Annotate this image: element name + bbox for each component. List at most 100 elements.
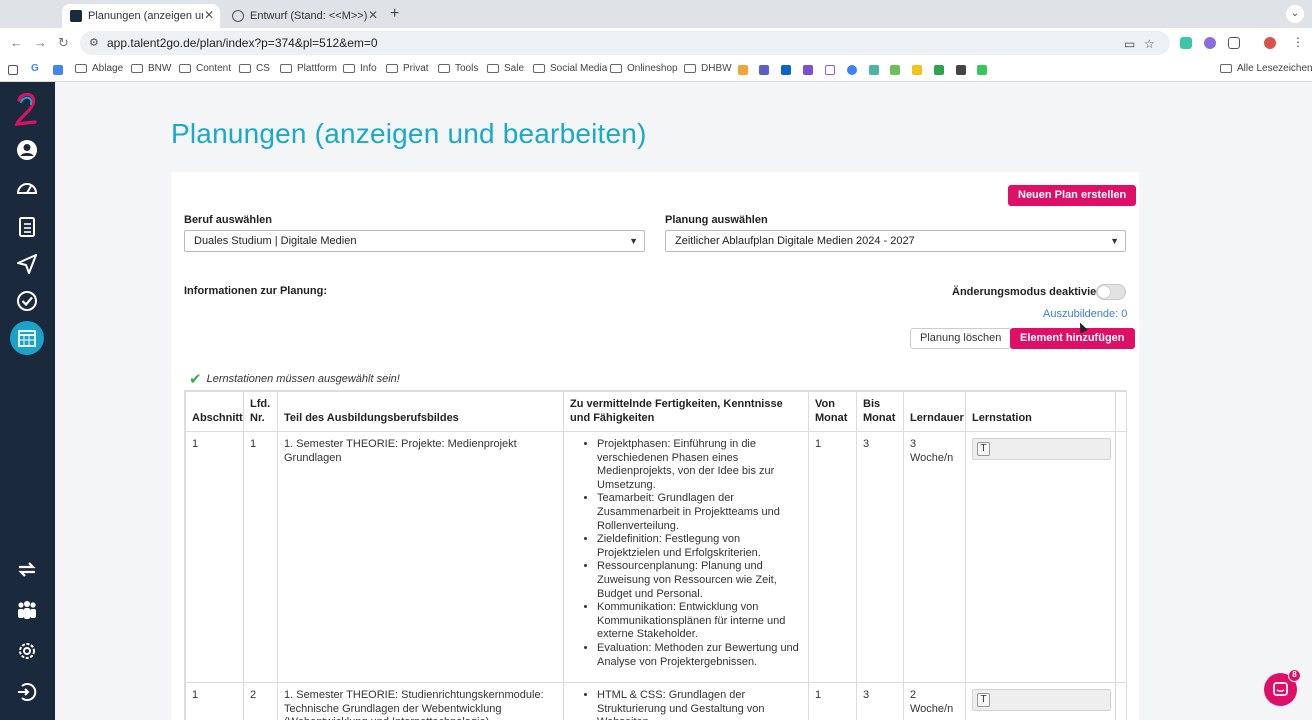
tab-planungen[interactable]: Planungen (anzeigen und bea… ✕ (62, 4, 220, 28)
check-circle-icon[interactable] (15, 289, 39, 313)
send-paper-plane-icon[interactable] (15, 252, 39, 276)
bookmark-icon[interactable] (803, 65, 813, 75)
beruf-select[interactable]: Duales Studium | Digitale Medien ▼ (184, 230, 645, 252)
cell-station: T (965, 682, 1116, 720)
back-arrow-icon[interactable]: ← (10, 35, 23, 50)
bookmark-icon[interactable] (912, 65, 922, 75)
cell-abschnitt: 1 (185, 682, 244, 720)
planning-card: Neuen Plan erstellen Beruf auswählen Dua… (171, 172, 1139, 720)
chat-badge: 8 (1288, 669, 1301, 682)
folder-icon (684, 64, 696, 73)
dashboard-gauge-icon[interactable] (15, 176, 39, 200)
cell-skills: HTML & CSS: Grundlagen der Strukturierun… (563, 682, 809, 720)
settings-gear-icon[interactable] (15, 639, 39, 663)
planning-table: Abschnitt Lfd. Nr. Teil des Ausbildungsb… (184, 390, 1127, 720)
folder-icon (1220, 64, 1232, 73)
bookmark-star-icon[interactable]: ☆ (1144, 37, 1155, 51)
folder-icon (610, 64, 622, 73)
site-settings-icon[interactable]: ⚙ (89, 36, 99, 49)
browser-menu-icon[interactable]: ⋮ (1292, 35, 1304, 49)
users-group-icon[interactable] (15, 598, 39, 622)
col-station: Lernstation (965, 391, 1116, 432)
bookmark-plattform[interactable]: Plattform (280, 63, 337, 74)
info-label: Informationen zur Planung: (184, 285, 327, 297)
browser-toolbar: ← → ↻ ⚙ app.talent2go.de/plan/index?p=37… (0, 28, 1312, 58)
tab-search-chevron-icon[interactable]: ⌄ (1286, 5, 1304, 23)
extension-icon[interactable] (1180, 37, 1192, 49)
bookmark-sale[interactable]: Sale (487, 63, 524, 74)
close-icon[interactable]: ✕ (368, 8, 378, 22)
bookmark-icon[interactable] (977, 65, 987, 75)
cell-bis: 3 (856, 431, 904, 683)
col-von: Von Monat (808, 391, 857, 432)
talent2go-logo-icon[interactable] (11, 90, 43, 128)
cell-von: 1 (808, 431, 857, 683)
google-bookmark-icon[interactable]: G (31, 63, 39, 74)
cell-teil: 1. Semester THEORIE: Projekte: Medienpro… (277, 431, 564, 683)
bookmark-icon[interactable] (825, 65, 835, 75)
extension-icon[interactable] (1204, 37, 1216, 49)
calendar-planning-icon[interactable] (10, 321, 44, 355)
clipboard-list-icon[interactable] (15, 214, 39, 238)
add-element-button[interactable]: Element hinzufügen (1010, 328, 1135, 349)
bookmark-icon[interactable] (890, 65, 900, 75)
lernstation-select[interactable]: T (972, 438, 1111, 460)
sync-arrows-icon[interactable] (15, 557, 39, 581)
chat-support-button[interactable]: 8 (1264, 669, 1301, 706)
delete-plan-button[interactable]: Planung löschen (910, 328, 1012, 349)
bookmark-bnw[interactable]: BNW (131, 63, 171, 74)
bookmark-ablage[interactable]: Ablage (75, 63, 123, 74)
cell-teil: 1. Semester THEORIE: Studienrichtungsker… (277, 682, 564, 720)
all-bookmarks-button[interactable]: Alle Lesezeichen (1220, 63, 1312, 74)
col-bis: Bis Monat (856, 391, 904, 432)
toggle-knob (1098, 286, 1110, 298)
logout-icon[interactable] (15, 680, 39, 704)
close-icon[interactable]: ✕ (204, 8, 214, 22)
bookmark-icon[interactable] (869, 65, 879, 75)
bookmark-onlineshop[interactable]: Onlineshop (610, 63, 678, 74)
pen-bookmark-icon[interactable] (8, 65, 18, 75)
planung-select[interactable]: Zeitlicher Ablaufplan Digitale Medien 20… (665, 230, 1126, 252)
bookmark-privat[interactable]: Privat (386, 63, 429, 74)
forward-arrow-icon[interactable]: → (34, 35, 47, 50)
station-tag[interactable]: T (977, 442, 990, 456)
install-app-icon[interactable]: ▭ (1124, 37, 1135, 51)
folder-icon (487, 64, 499, 73)
new-plan-button[interactable]: Neuen Plan erstellen (1008, 185, 1137, 206)
bookmark-icon[interactable] (934, 65, 944, 75)
bookmark-content[interactable]: Content (179, 63, 231, 74)
bookmark-icon[interactable] (738, 65, 748, 75)
address-bar[interactable]: ⚙ app.talent2go.de/plan/index?p=374&pl=5… (80, 31, 1170, 55)
cell-station: T (965, 431, 1116, 683)
profile-avatar-icon[interactable] (1264, 37, 1276, 49)
skill-item: Evaluation: Methoden zur Bewertung und A… (597, 642, 802, 669)
page-title: Planungen (anzeigen und bearbeiten) (171, 118, 647, 149)
url-text: app.talent2go.de/plan/index?p=374&pl=512… (107, 36, 378, 50)
bookmark-dhbw[interactable]: DHBW (684, 63, 732, 74)
bookmark-info[interactable]: Info (343, 63, 377, 74)
station-tag[interactable]: T (977, 693, 990, 707)
new-tab-button[interactable]: + (390, 5, 399, 23)
cell-skills: Projektphasen: Einführung in die verschi… (563, 431, 809, 683)
cell-bis: 3 (856, 682, 904, 720)
bookmark-icon[interactable] (53, 65, 63, 75)
app-sidebar (0, 82, 55, 720)
bookmark-cs[interactable]: CS (239, 63, 270, 74)
tab-entwurf[interactable]: Entwurf (Stand: <<M>>) ✕ (224, 4, 384, 28)
bookmark-icon[interactable] (759, 65, 769, 75)
bookmark-icon[interactable] (956, 65, 966, 75)
lernstation-select[interactable]: T (972, 689, 1111, 711)
bookmark-icon[interactable] (847, 65, 857, 75)
cell-dauer: 3 Woche/n (903, 431, 966, 683)
folder-icon (343, 64, 355, 73)
change-mode-toggle[interactable] (1096, 284, 1126, 300)
bookmark-tools[interactable]: Tools (438, 63, 478, 74)
cell-lfd: 2 (243, 682, 278, 720)
reload-icon[interactable]: ↻ (58, 35, 69, 51)
skill-item: Kommunikation: Entwicklung von Kommunika… (597, 601, 802, 642)
bookmark-social-media[interactable]: Social Media (533, 63, 607, 74)
user-profile-icon[interactable] (15, 138, 39, 162)
extensions-puzzle-icon[interactable] (1228, 37, 1240, 49)
trainees-link[interactable]: Auszubildende: 0 (1043, 308, 1127, 320)
linkedin-icon[interactable] (781, 65, 791, 75)
